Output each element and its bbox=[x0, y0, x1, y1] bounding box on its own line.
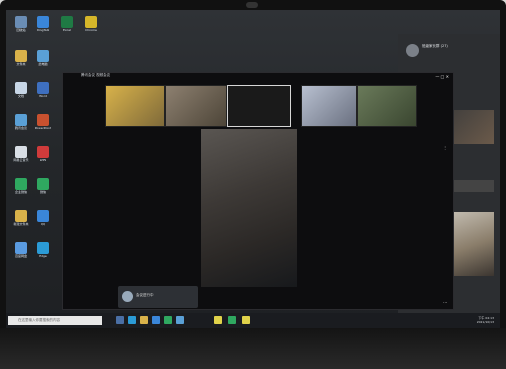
avatar bbox=[122, 291, 133, 302]
file-explorer-icon[interactable] bbox=[140, 316, 148, 324]
search-placeholder: 在这里输入你要搜索的内容 bbox=[18, 318, 60, 322]
desktop-icon[interactable]: 微信 bbox=[32, 178, 54, 194]
clock-date: 2021/10/13 bbox=[476, 320, 494, 324]
meeting-window: 腾讯会议 视频会议 — □ ✕ ⋮ ··· bbox=[62, 72, 454, 310]
wechat-icon bbox=[37, 178, 49, 190]
notification-text: 会议进行中 bbox=[136, 293, 154, 297]
taskbar: 在这里输入你要搜索的内容 下午 04:13 2021/10/13 bbox=[6, 313, 500, 328]
screen: 回收站 文件夹 文档 腾讯会议 网易云音乐 企业微信 新建文件夹 百度网盘 Di… bbox=[6, 10, 500, 328]
excel-icon bbox=[61, 16, 73, 28]
desktop-icon[interactable]: Edge bbox=[32, 242, 54, 258]
webcam bbox=[246, 2, 258, 8]
more-options-button[interactable]: ⋮ bbox=[443, 145, 447, 150]
desktop-icon[interactable]: 文档 bbox=[10, 82, 32, 98]
edge-icon[interactable] bbox=[128, 316, 136, 324]
powerpoint-icon bbox=[37, 114, 49, 126]
meeting-app-icon bbox=[15, 114, 27, 126]
desktop-icon[interactable]: 此电脑 bbox=[32, 50, 54, 66]
participant-tile[interactable] bbox=[165, 85, 227, 127]
chat-title: 班级家长群 (27) bbox=[422, 44, 448, 48]
cloud-drive-icon bbox=[15, 242, 27, 254]
edge-icon bbox=[37, 242, 49, 254]
store-icon[interactable] bbox=[152, 316, 160, 324]
desktop-icon[interactable]: 腾讯会议 bbox=[10, 114, 32, 130]
computer-icon bbox=[37, 50, 49, 62]
notification-toast[interactable]: 会议进行中 bbox=[118, 286, 198, 308]
laptop-bottom bbox=[0, 328, 506, 369]
end-call-button[interactable]: ··· bbox=[443, 300, 447, 305]
laptop-bezel: 回收站 文件夹 文档 腾讯会议 网易云音乐 企业微信 新建文件夹 百度网盘 Di… bbox=[0, 0, 506, 369]
search-box[interactable]: 在这里输入你要搜索的内容 bbox=[8, 316, 102, 325]
app-icon[interactable] bbox=[242, 316, 250, 324]
folder-icon bbox=[15, 210, 27, 222]
word-icon bbox=[37, 82, 49, 94]
desktop-icon[interactable]: DingTalk bbox=[32, 16, 54, 32]
recycle-bin-icon bbox=[15, 16, 27, 28]
wecom-icon bbox=[15, 178, 27, 190]
wechat-icon[interactable] bbox=[164, 316, 172, 324]
group-avatar bbox=[406, 44, 419, 57]
desktop-icon[interactable]: 网易云音乐 bbox=[10, 146, 32, 162]
participant-tile[interactable] bbox=[301, 85, 357, 127]
desktop-icon[interactable]: 文件夹 bbox=[10, 50, 32, 66]
participant-tile[interactable] bbox=[105, 85, 165, 127]
wps-icon bbox=[37, 146, 49, 158]
window-controls[interactable]: — □ ✕ bbox=[435, 74, 449, 79]
desktop-icon[interactable]: Chrome bbox=[80, 16, 102, 32]
desktop-icon[interactable]: 百度网盘 bbox=[10, 242, 32, 258]
dingtalk-icon bbox=[37, 16, 49, 28]
participant-tile-active[interactable] bbox=[227, 85, 291, 127]
app-icon[interactable] bbox=[214, 316, 222, 324]
phone-icon[interactable] bbox=[228, 316, 236, 324]
desktop-icon[interactable]: QQ bbox=[32, 210, 54, 226]
qq-icon bbox=[37, 210, 49, 222]
main-video-feed bbox=[201, 129, 297, 287]
document-icon bbox=[15, 82, 27, 94]
meeting-app-icon[interactable] bbox=[176, 316, 184, 324]
desktop-icon[interactable]: Excel bbox=[56, 16, 78, 32]
desktop-icon[interactable]: 回收站 bbox=[10, 16, 32, 32]
desktop-icon[interactable]: PowerPoint bbox=[32, 114, 54, 130]
meeting-title: 腾讯会议 视频会议 bbox=[81, 73, 111, 77]
desktop-icon[interactable]: 新建文件夹 bbox=[10, 210, 32, 226]
music-app-icon bbox=[15, 146, 27, 158]
system-clock[interactable]: 下午 04:13 2021/10/13 bbox=[477, 316, 494, 324]
desktop-icon[interactable]: WPS bbox=[32, 146, 54, 162]
desktop-icon[interactable]: Word bbox=[32, 82, 54, 98]
chrome-icon bbox=[85, 16, 97, 28]
participant-tile[interactable] bbox=[357, 85, 417, 127]
task-view-icon[interactable] bbox=[116, 316, 124, 324]
desktop-icon[interactable]: 企业微信 bbox=[10, 178, 32, 194]
folder-icon bbox=[15, 50, 27, 62]
